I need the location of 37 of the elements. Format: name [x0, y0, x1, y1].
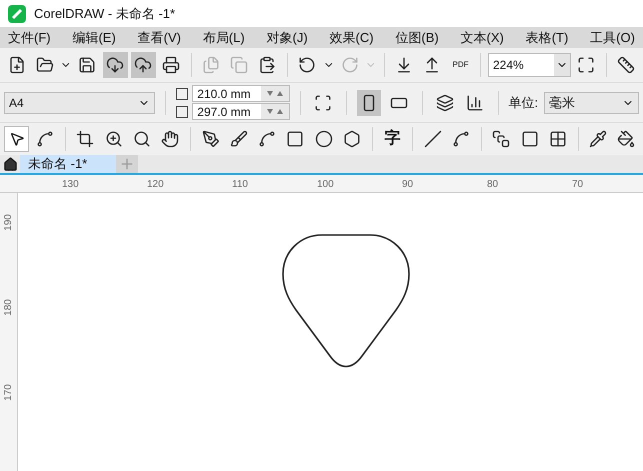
document-tab[interactable]: 未命名 -1* — [20, 155, 116, 173]
ruler-label: 90 — [402, 178, 414, 192]
ruler-label: 70 — [572, 178, 584, 192]
app-logo-icon — [8, 4, 26, 22]
pick-tool-icon[interactable] — [4, 126, 30, 152]
height-field[interactable]: 297.0 mm — [192, 103, 290, 120]
menu-item[interactable]: 编辑(E) — [72, 28, 116, 48]
text-tool-icon[interactable]: 字 — [380, 127, 406, 151]
ruler-label: 100 — [317, 178, 335, 192]
window-title: CorelDRAW - 未命名 -1* — [34, 4, 176, 23]
cloud-upload-icon[interactable] — [130, 52, 156, 78]
menu-item[interactable]: 文件(F) — [8, 28, 51, 48]
ruler-label: 110 — [232, 178, 249, 192]
menu-item[interactable]: 查看(V) — [138, 28, 181, 48]
ruler-label: 180 — [2, 299, 15, 316]
menu-item[interactable]: 布局(L) — [202, 28, 245, 48]
menu-item[interactable]: 工具(O) — [590, 28, 635, 48]
zoom-field[interactable]: 224% — [488, 53, 571, 77]
menu-item[interactable]: 位图(B) — [395, 28, 439, 48]
unit-label: 单位: — [508, 94, 538, 112]
unit-dropdown[interactable]: 毫米 — [544, 92, 639, 114]
menu-item[interactable]: 效果(C) — [330, 28, 374, 48]
menu-item[interactable]: 对象(J) — [266, 28, 308, 48]
ruler-label: 120 — [147, 178, 165, 192]
ruler-label: 190 — [2, 214, 15, 231]
width-field[interactable]: 210.0 mm — [192, 85, 290, 102]
portrait-icon[interactable] — [356, 90, 382, 116]
page-size-dropdown[interactable]: A4 — [4, 92, 156, 114]
ruler-label: 130 — [62, 178, 80, 192]
pdf-export-label[interactable]: PDF — [448, 61, 474, 69]
cloud-download-icon[interactable] — [102, 52, 128, 78]
spinner-arrows-icon[interactable] — [266, 91, 284, 96]
menu-item[interactable]: 文本(X) — [460, 28, 504, 48]
ruler-label: 170 — [2, 384, 15, 401]
menu-item[interactable]: 表格(T) — [526, 28, 568, 48]
spinner-arrows-icon[interactable] — [266, 109, 284, 114]
ruler-label: 80 — [487, 178, 500, 192]
